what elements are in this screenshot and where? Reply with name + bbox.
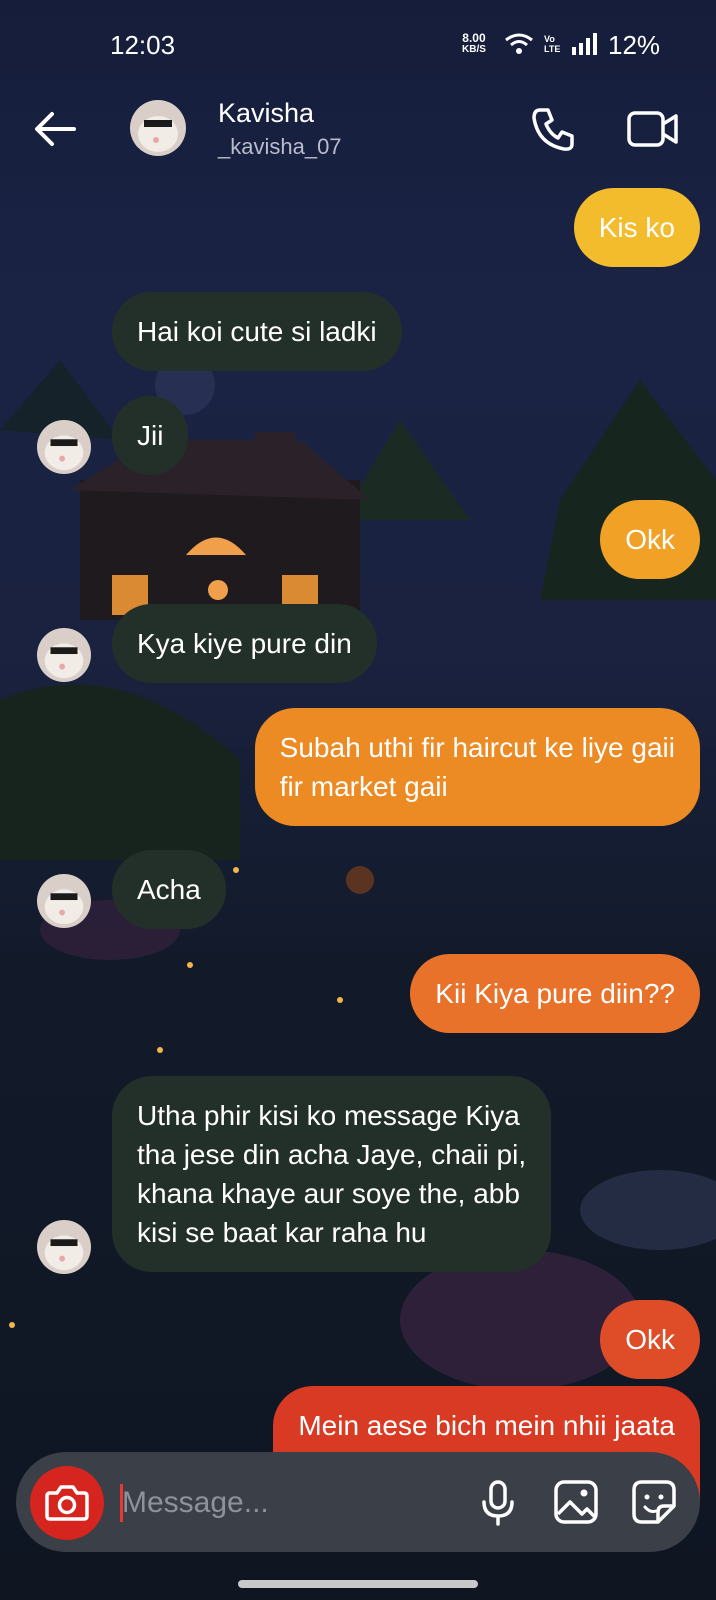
message-incoming[interactable]: Kya kiye pure din <box>112 604 377 683</box>
status-bar: 12:03 8.00 KB/S Vo LTE 12% <box>0 26 716 66</box>
volte-icon: Vo LTE <box>544 34 561 54</box>
message-outgoing[interactable]: Subah uthi fir haircut ke liye gaii fir … <box>254 708 700 826</box>
sender-avatar[interactable] <box>37 1220 91 1274</box>
message-incoming[interactable]: Utha phir kisi ko message Kiya tha jese … <box>112 1076 552 1272</box>
network-speed: 8.00 KB/S <box>462 32 486 56</box>
status-time: 12:03 <box>110 30 176 60</box>
message-outgoing[interactable]: Kii Kiya pure diin?? <box>410 954 700 1033</box>
video-call-icon[interactable] <box>626 104 680 154</box>
phone-icon[interactable] <box>528 104 578 154</box>
camera-icon <box>45 1485 89 1521</box>
back-arrow-icon[interactable] <box>30 104 80 154</box>
contact-avatar[interactable] <box>130 100 186 156</box>
sender-avatar[interactable] <box>37 420 91 474</box>
message-outgoing[interactable]: Kis ko <box>573 188 700 267</box>
contact-name[interactable]: Kavisha <box>218 98 314 129</box>
message-input[interactable] <box>120 1476 444 1530</box>
message-incoming[interactable]: Acha <box>112 850 226 929</box>
network-speed-value: 8.00 <box>462 31 486 45</box>
battery-level: 12% <box>608 30 661 60</box>
chat-header: Kavisha _kavisha_07 <box>0 90 716 170</box>
message-composer <box>16 1452 700 1552</box>
sender-avatar[interactable] <box>37 628 91 682</box>
sender-avatar[interactable] <box>37 874 91 928</box>
microphone-icon[interactable] <box>472 1476 524 1528</box>
sticker-icon[interactable] <box>628 1476 680 1528</box>
message-incoming[interactable]: Hai koi cute si ladki <box>112 292 402 371</box>
camera-button[interactable] <box>30 1466 104 1540</box>
contact-handle[interactable]: _kavisha_07 <box>218 134 342 160</box>
signal-icon <box>572 33 597 55</box>
home-indicator[interactable] <box>238 1580 478 1588</box>
wifi-icon <box>505 33 533 54</box>
message-outgoing[interactable]: Okk <box>600 500 700 579</box>
message-incoming[interactable]: Jii <box>112 396 189 475</box>
network-speed-unit: KB/S <box>462 44 486 55</box>
message-outgoing[interactable]: Okk <box>600 1300 700 1379</box>
gallery-icon[interactable] <box>550 1476 602 1528</box>
